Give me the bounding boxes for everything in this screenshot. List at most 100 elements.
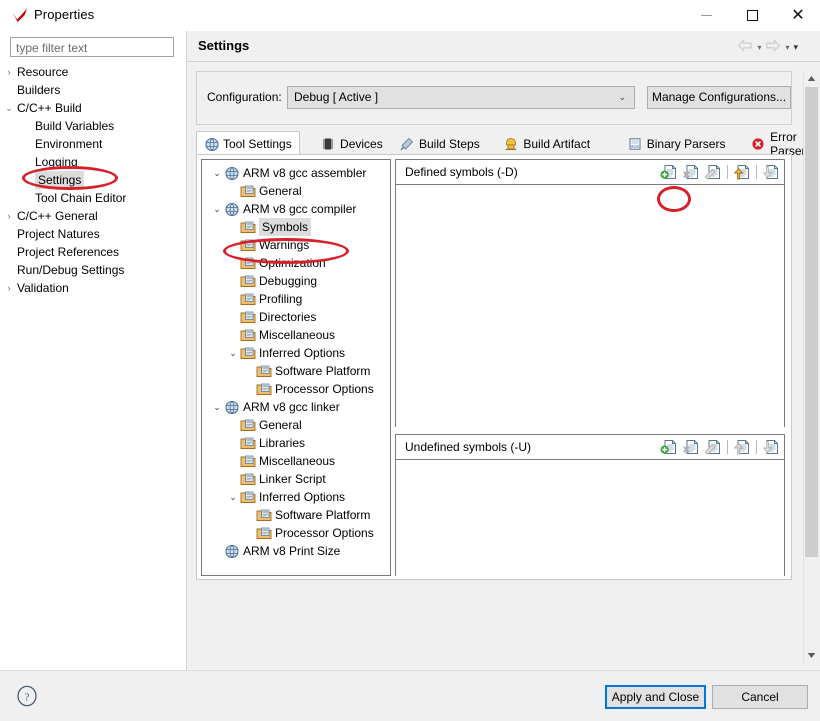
configuration-select[interactable]: Debug [ Active ] ⌄ bbox=[287, 86, 635, 109]
option-icon bbox=[240, 238, 256, 252]
undefined-symbols-list[interactable] bbox=[396, 460, 784, 577]
defined-symbols-block: Defined symbols (-D) bbox=[395, 159, 785, 428]
sidebar-item-tool-chain-editor[interactable]: Tool Chain Editor bbox=[2, 189, 186, 207]
sidebar-item-run-debug-settings[interactable]: Run/Debug Settings bbox=[2, 261, 186, 279]
manage-configurations-button[interactable]: Manage Configurations... bbox=[647, 86, 791, 109]
forward-arrow-icon[interactable] bbox=[765, 38, 781, 55]
apply-and-close-button[interactable]: Apply and Close bbox=[605, 685, 706, 709]
title-bar: Properties ✕ bbox=[0, 0, 820, 31]
tab-binary-parsers[interactable]: 010 Binary Parsers bbox=[620, 131, 734, 155]
tab-devices[interactable]: Devices bbox=[313, 131, 391, 155]
tool-tree-item-directories[interactable]: Directories bbox=[202, 308, 390, 326]
delete-icon bbox=[682, 163, 700, 181]
edit-icon bbox=[704, 163, 722, 181]
sidebar-item-builders[interactable]: Builders bbox=[2, 81, 186, 99]
tool-tree-item-miscellaneous[interactable]: Miscellaneous bbox=[202, 452, 390, 470]
add-icon[interactable] bbox=[660, 438, 678, 456]
sidebar-item-label: Validation bbox=[17, 281, 69, 295]
option-icon bbox=[256, 364, 272, 378]
help-icon[interactable]: ? bbox=[16, 685, 38, 707]
tool-tree-panel[interactable]: ⌄ ARM v8 gcc assembler General ⌄ ARM v8 gcc … bbox=[201, 159, 391, 576]
configuration-value: Debug [ Active ] bbox=[294, 90, 379, 104]
tool-tree-item-general[interactable]: General bbox=[202, 182, 390, 200]
scroll-up-icon[interactable] bbox=[804, 71, 819, 86]
move-up-icon[interactable] bbox=[733, 163, 751, 181]
tool-tree-item-miscellaneous[interactable]: Miscellaneous bbox=[202, 326, 390, 344]
undefined-symbols-block: Undefined symbols (-U) bbox=[395, 434, 785, 577]
tool-tree-item-software-platform[interactable]: Software Platform bbox=[202, 362, 390, 380]
tool-settings-icon bbox=[204, 137, 219, 151]
tool-tree-item-linker-script[interactable]: Linker Script bbox=[202, 470, 390, 488]
maximize-button[interactable] bbox=[729, 0, 775, 31]
tool-tree-item-processor-options[interactable]: Processor Options bbox=[202, 524, 390, 542]
settings-scrollbar[interactable] bbox=[803, 71, 819, 663]
sidebar-item-c-c-general[interactable]: › C/C++ General bbox=[2, 207, 186, 225]
sidebar-item-settings[interactable]: Settings bbox=[2, 171, 186, 189]
tool-tree-item-arm-v8-gcc-linker[interactable]: ⌄ ARM v8 gcc linker bbox=[202, 398, 390, 416]
sidebar-item-logging[interactable]: Logging bbox=[2, 153, 186, 171]
minimize-button[interactable] bbox=[683, 0, 729, 31]
sidebar-item-validation[interactable]: › Validation bbox=[2, 279, 186, 297]
tool-tree-item-label: ARM v8 gcc compiler bbox=[243, 202, 357, 216]
chevron-down-icon[interactable]: ⌄ bbox=[228, 344, 238, 362]
tool-tree-item-arm-v8-gcc-compiler[interactable]: ⌄ ARM v8 gcc compiler bbox=[202, 200, 390, 218]
toolbar-separator bbox=[727, 440, 728, 454]
tool-tree-item-profiling[interactable]: Profiling bbox=[202, 290, 390, 308]
tool-tree-list[interactable]: ⌄ ARM v8 gcc assembler General ⌄ ARM v8 gcc … bbox=[202, 164, 390, 560]
chevron-down-icon[interactable]: ⌄ bbox=[212, 200, 222, 218]
move-down-icon bbox=[762, 438, 780, 456]
defined-symbols-toolbar bbox=[660, 163, 780, 181]
cancel-button[interactable]: Cancel bbox=[712, 685, 808, 709]
filter-input[interactable] bbox=[10, 37, 174, 57]
page-menu-caret[interactable]: ▾ bbox=[793, 42, 798, 53]
chevron-down-icon[interactable]: ⌄ bbox=[4, 99, 14, 117]
option-icon bbox=[240, 346, 256, 360]
dialog-button-bar: ? Apply and Close Cancel bbox=[0, 670, 820, 721]
tab-build-steps[interactable]: Build Steps bbox=[392, 131, 488, 155]
option-icon bbox=[256, 382, 272, 396]
option-icon bbox=[240, 436, 256, 450]
move-down-icon bbox=[762, 163, 780, 181]
sidebar-item-environment[interactable]: Environment bbox=[2, 135, 186, 153]
chevron-down-icon[interactable]: ⌄ bbox=[228, 488, 238, 506]
sidebar-item-resource[interactable]: › Resource bbox=[2, 63, 186, 81]
tab-label: Binary Parsers bbox=[646, 136, 726, 151]
back-arrow-icon[interactable] bbox=[737, 38, 753, 55]
tab-build-artifact[interactable]: Build Artifact bbox=[496, 131, 598, 155]
forward-dropdown-caret[interactable]: ▾ bbox=[785, 43, 789, 52]
tool-tree-item-warnings[interactable]: Warnings bbox=[202, 236, 390, 254]
tool-tree-item-processor-options[interactable]: Processor Options bbox=[202, 380, 390, 398]
preferences-tree[interactable]: › Resource Builders ⌄ C/C++ Build Build Varia… bbox=[2, 63, 186, 297]
tab-tool-settings[interactable]: Tool Settings bbox=[196, 131, 300, 155]
sidebar-item-c-c-build[interactable]: ⌄ C/C++ Build bbox=[2, 99, 186, 117]
tool-tree-item-software-platform[interactable]: Software Platform bbox=[202, 506, 390, 524]
tool-tree-item-symbols[interactable]: Symbols bbox=[202, 218, 390, 236]
scroll-down-icon[interactable] bbox=[804, 648, 819, 663]
back-dropdown-caret[interactable]: ▾ bbox=[757, 43, 761, 52]
sidebar-item-build-variables[interactable]: Build Variables bbox=[2, 117, 186, 135]
minimize-icon bbox=[700, 15, 712, 16]
tool-tree-item-general[interactable]: General bbox=[202, 416, 390, 434]
defined-symbols-list[interactable] bbox=[396, 185, 784, 428]
sidebar-item-project-references[interactable]: Project References bbox=[2, 243, 186, 261]
chevron-right-icon[interactable]: › bbox=[4, 207, 14, 225]
close-button[interactable]: ✕ bbox=[775, 0, 820, 31]
chevron-right-icon[interactable]: › bbox=[4, 279, 14, 297]
tool-tree-item-label: Inferred Options bbox=[259, 346, 346, 360]
sidebar-item-label: Project Natures bbox=[17, 227, 100, 241]
tool-tree-item-arm-v8-print-size[interactable]: ARM v8 Print Size bbox=[202, 542, 390, 560]
tool-tree-item-debugging[interactable]: Debugging bbox=[202, 272, 390, 290]
chevron-right-icon[interactable]: › bbox=[4, 63, 14, 81]
sidebar-item-project-natures[interactable]: Project Natures bbox=[2, 225, 186, 243]
tool-tree-item-arm-v8-gcc-assembler[interactable]: ⌄ ARM v8 gcc assembler bbox=[202, 164, 390, 182]
tool-tree-item-inferred-options[interactable]: ⌄ Inferred Options bbox=[202, 344, 390, 362]
tool-tree-item-optimization[interactable]: Optimization bbox=[202, 254, 390, 272]
tool-tree-item-label: Linker Script bbox=[259, 472, 326, 486]
scrollbar-thumb[interactable] bbox=[805, 87, 818, 557]
tool-tree-item-libraries[interactable]: Libraries bbox=[202, 434, 390, 452]
tool-tree-item-inferred-options[interactable]: ⌄ Inferred Options bbox=[202, 488, 390, 506]
chevron-down-icon[interactable]: ⌄ bbox=[212, 164, 222, 182]
sidebar-item-label: C/C++ General bbox=[17, 209, 98, 223]
chevron-down-icon[interactable]: ⌄ bbox=[212, 398, 222, 416]
add-icon[interactable] bbox=[660, 163, 678, 181]
